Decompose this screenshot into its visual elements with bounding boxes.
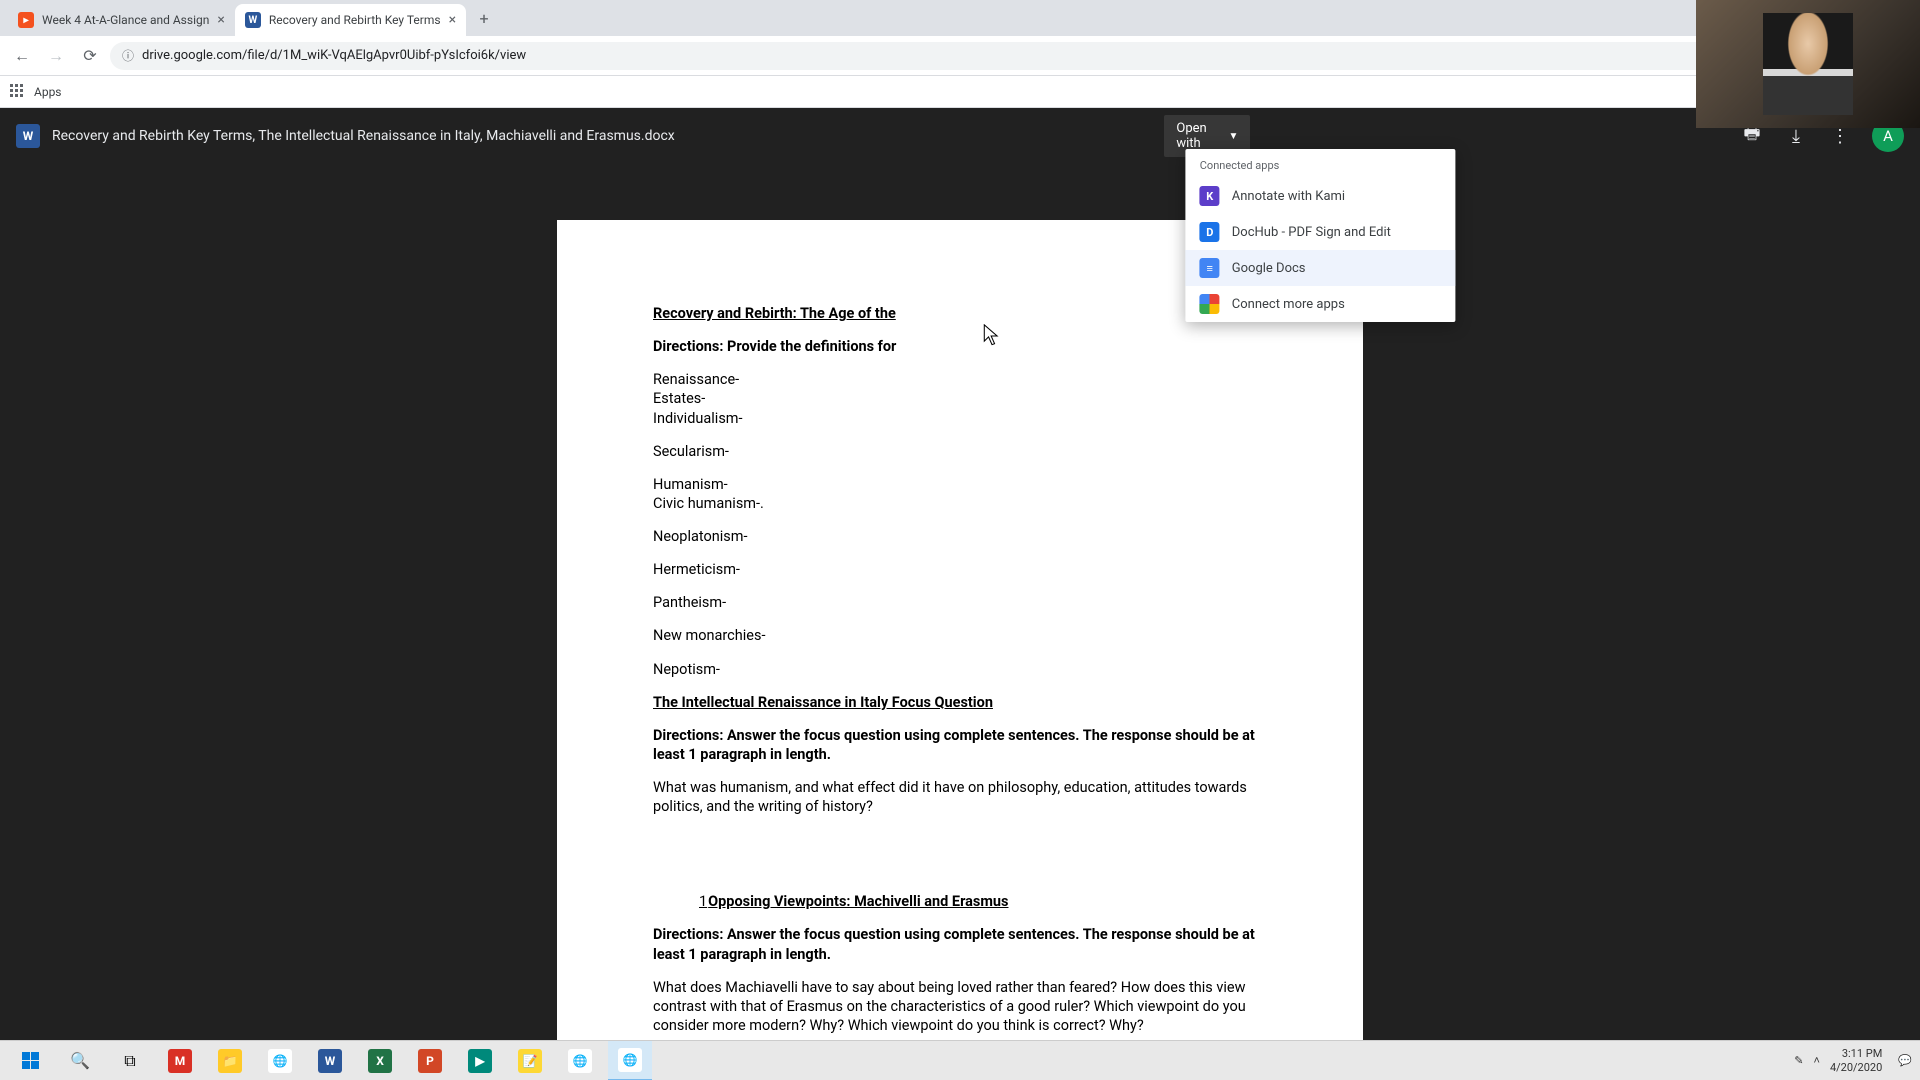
taskbar-gmail[interactable]: M xyxy=(158,1041,202,1080)
url-text: drive.google.com/file/d/1M_wiK-VqAElgApv… xyxy=(142,48,526,63)
dropdown-label: DocHub - PDF Sign and Edit xyxy=(1232,225,1391,240)
tab-recovery[interactable]: W Recovery and Rebirth Key Terms × xyxy=(235,4,466,36)
open-with-dropdown: Connected apps K Annotate with Kami D Do… xyxy=(1186,149,1456,322)
webcam-overlay xyxy=(1696,0,1920,128)
term-line: Civic humanism-. xyxy=(653,494,1267,513)
clock-date: 4/20/2020 xyxy=(1830,1061,1882,1074)
term-line: Estates- xyxy=(653,389,1267,408)
viewer-header: W Recovery and Rebirth Key Terms, The In… xyxy=(0,108,1920,164)
taskbar-meet[interactable]: ▶ xyxy=(458,1041,502,1080)
taskbar-chrome2[interactable]: 🌐 xyxy=(558,1041,602,1080)
taskbar-explorer[interactable]: 📁 xyxy=(208,1041,252,1080)
dropdown-label: Annotate with Kami xyxy=(1232,189,1345,204)
document-page: Recovery and Rebirth: The Age of the Dir… xyxy=(557,220,1363,1080)
directions1: Directions: Provide the definitions for xyxy=(653,337,1267,356)
section3-title: 1Opposing Viewpoints: Machivelli and Era… xyxy=(699,892,1267,911)
term-line: Nepotism- xyxy=(653,660,1267,679)
term-line xyxy=(653,546,1267,560)
bookmarks-bar: Apps xyxy=(0,76,1920,108)
dochub-icon: D xyxy=(1200,222,1220,242)
term-line: Pantheism- xyxy=(653,593,1267,612)
close-icon[interactable]: × xyxy=(217,12,224,28)
taskbar-chrome-active[interactable]: 🌐 xyxy=(608,1041,652,1080)
kami-icon: K xyxy=(1200,186,1220,206)
term-line: Humanism- xyxy=(653,475,1267,494)
tab-title: Recovery and Rebirth Key Terms xyxy=(269,13,441,27)
reload-button[interactable]: ⟳ xyxy=(76,42,104,70)
close-icon[interactable]: × xyxy=(449,12,456,28)
section1-title: Recovery and Rebirth: The Age of the xyxy=(653,304,1267,323)
term-line xyxy=(653,646,1267,660)
dropdown-item-connect-more[interactable]: Connect more apps xyxy=(1186,286,1456,322)
docx-icon: W xyxy=(16,124,40,148)
tab-title: Week 4 At-A-Glance and Assign xyxy=(42,13,209,27)
dropdown-item-google-docs[interactable]: ≡ Google Docs xyxy=(1186,250,1456,286)
document-viewer: Recovery and Rebirth: The Age of the Dir… xyxy=(0,164,1920,1080)
term-line: Renaissance- xyxy=(653,370,1267,389)
google-docs-icon: ≡ xyxy=(1200,258,1220,278)
search-button[interactable]: 🔍 xyxy=(58,1041,102,1080)
taskbar-word[interactable]: W xyxy=(308,1041,352,1080)
taskbar-notes[interactable]: 📝 xyxy=(508,1041,552,1080)
tab-week4[interactable]: ▸ Week 4 At-A-Glance and Assign × xyxy=(8,4,235,36)
section3-title-text: Opposing Viewpoints: Machivelli and Eras… xyxy=(708,893,1008,910)
task-view-button[interactable]: ⧉ xyxy=(108,1041,152,1080)
apps-icon[interactable] xyxy=(10,84,26,100)
directions3: Directions: Answer the focus question us… xyxy=(653,925,1267,963)
term-line xyxy=(653,513,1267,527)
document-scroll[interactable]: Recovery and Rebirth: The Age of the Dir… xyxy=(0,220,1920,1080)
open-with-label: Open with xyxy=(1176,121,1222,151)
term-line: Hermeticism- xyxy=(653,560,1267,579)
browser-toolbar: ← → ⟳ ⓘ drive.google.com/file/d/1M_wiK-V… xyxy=(0,36,1920,76)
word-favicon: W xyxy=(245,12,261,28)
forward-button[interactable]: → xyxy=(42,42,70,70)
document-title: Recovery and Rebirth Key Terms, The Inte… xyxy=(52,128,675,144)
term-line: New monarchies- xyxy=(653,626,1267,645)
taskbar-excel[interactable]: X xyxy=(358,1041,402,1080)
download-icon[interactable]: ⤓ xyxy=(1784,126,1808,147)
tab-strip: ▸ Week 4 At-A-Glance and Assign × W Reco… xyxy=(0,0,1920,36)
term-line: Secularism- xyxy=(653,442,1267,461)
section3-num: 1 xyxy=(699,893,707,910)
section2-title: The Intellectual Renaissance in Italy Fo… xyxy=(653,693,1267,712)
directions2: Directions: Answer the focus question us… xyxy=(653,726,1267,764)
dropdown-item-dochub[interactable]: D DocHub - PDF Sign and Edit xyxy=(1186,214,1456,250)
notifications-icon[interactable]: 💬 xyxy=(1898,1054,1912,1067)
start-button[interactable] xyxy=(8,1041,52,1080)
term-line: Individualism- xyxy=(653,409,1267,428)
apps-label[interactable]: Apps xyxy=(34,85,62,99)
connect-more-icon xyxy=(1200,294,1220,314)
term-line xyxy=(653,579,1267,593)
dropdown-label: Connect more apps xyxy=(1232,297,1345,312)
system-clock[interactable]: 3:11 PM 4/20/2020 xyxy=(1830,1047,1888,1073)
dropdown-header: Connected apps xyxy=(1186,155,1456,178)
question3: What does Machiavelli have to say about … xyxy=(653,978,1267,1035)
tray-chevron-icon[interactable]: ˄ xyxy=(1814,1054,1820,1067)
address-bar[interactable]: ⓘ drive.google.com/file/d/1M_wiK-VqAElgA… xyxy=(110,42,1912,70)
dropdown-label: Google Docs xyxy=(1232,261,1306,276)
term-line xyxy=(653,428,1267,442)
chevron-down-icon: ▼ xyxy=(1228,131,1238,142)
windows-taskbar: 🔍 ⧉ M 📁 🌐 W X P ▶ 📝 🌐 🌐 ✎ ˄ 3:11 PM 4/20… xyxy=(0,1040,1920,1080)
term-line xyxy=(653,612,1267,626)
dropdown-item-kami[interactable]: K Annotate with Kami xyxy=(1186,178,1456,214)
browser-chrome: ▸ Week 4 At-A-Glance and Assign × W Reco… xyxy=(0,0,1920,108)
back-button[interactable]: ← xyxy=(8,42,36,70)
slides-favicon: ▸ xyxy=(18,12,34,28)
term-line: Neoplatonism- xyxy=(653,527,1267,546)
clock-time: 3:11 PM xyxy=(1830,1047,1882,1060)
site-info-icon[interactable]: ⓘ xyxy=(122,47,134,64)
taskbar-chrome[interactable]: 🌐 xyxy=(258,1041,302,1080)
term-line xyxy=(653,461,1267,475)
taskbar-powerpoint[interactable]: P xyxy=(408,1041,452,1080)
tray-pen-icon[interactable]: ✎ xyxy=(1794,1054,1803,1067)
new-tab-button[interactable]: + xyxy=(470,4,498,32)
more-actions-icon[interactable]: ⋮ xyxy=(1828,126,1852,147)
question2: What was humanism, and what effect did i… xyxy=(653,778,1267,816)
